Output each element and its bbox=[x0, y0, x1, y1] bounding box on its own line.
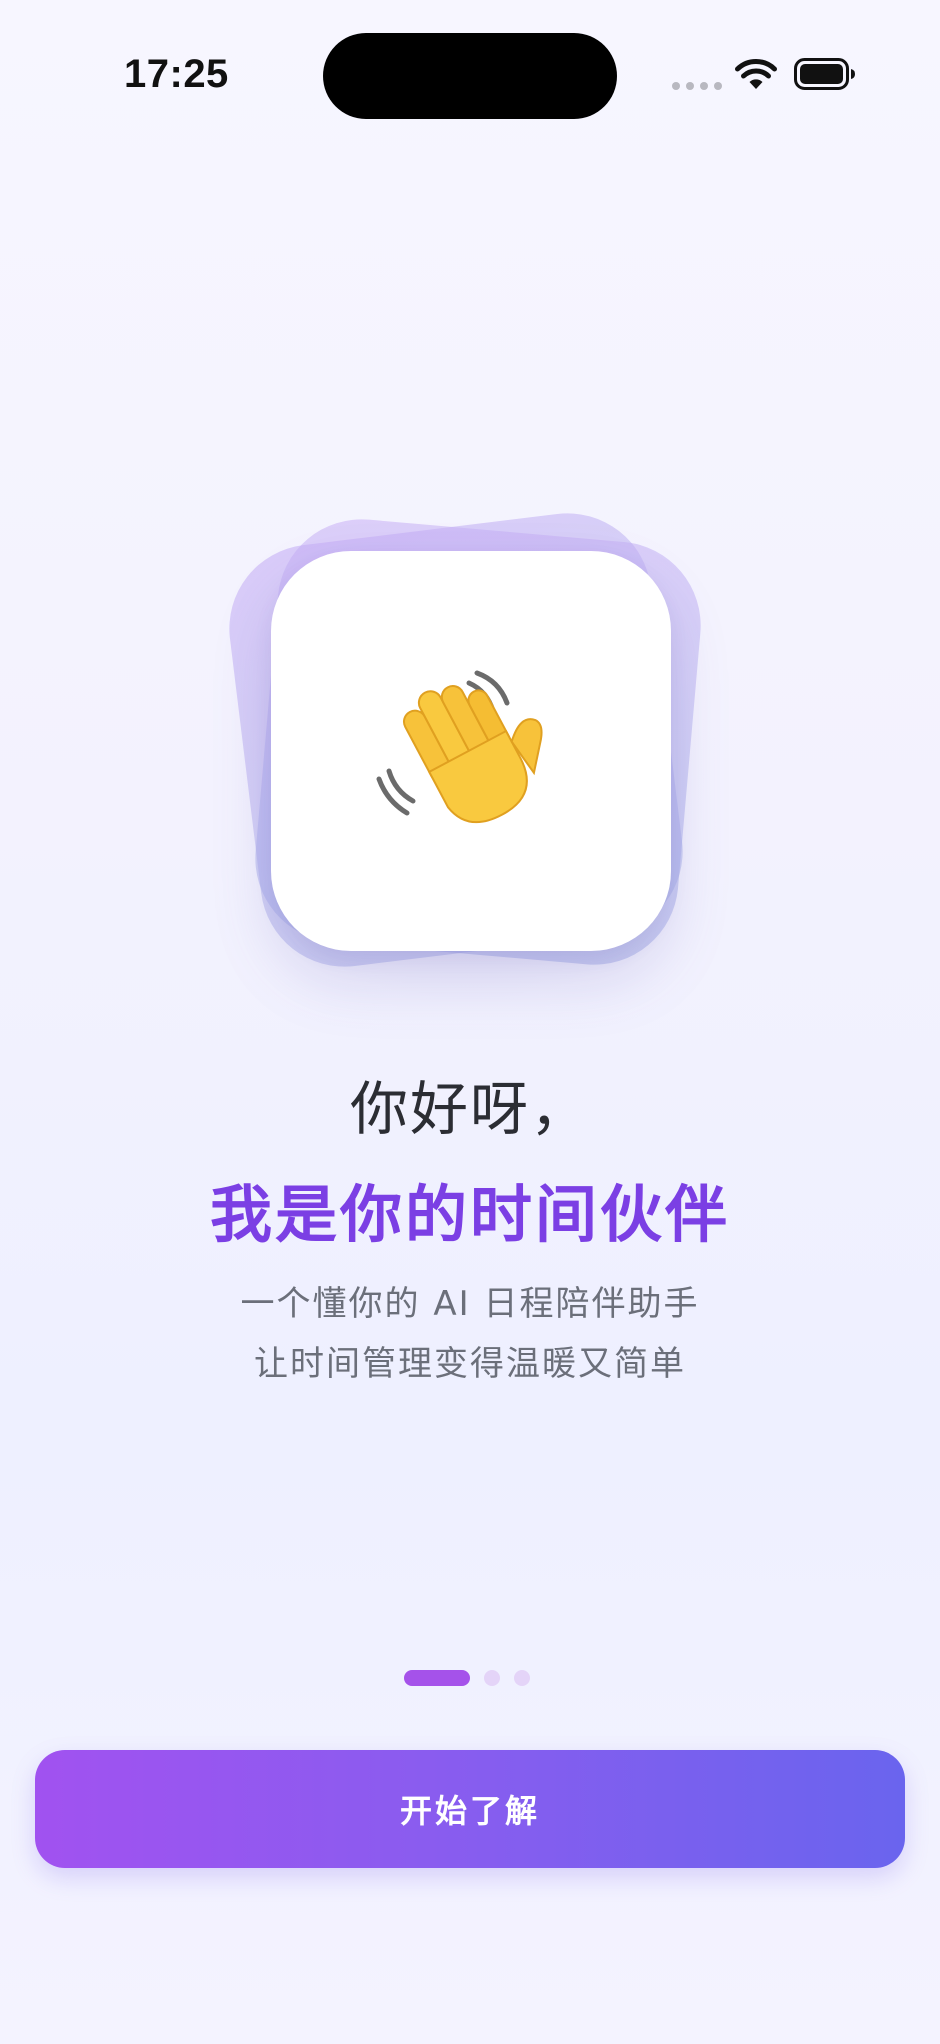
headline-text: 我是你的时间伙伴 bbox=[209, 1178, 730, 1251]
battery-icon bbox=[794, 58, 855, 90]
cellular-signal-icon bbox=[672, 82, 722, 90]
start-learning-label: 开始了解 bbox=[399, 1792, 540, 1830]
subtitle-line-2: 让时间管理变得温暖又简单 bbox=[254, 1344, 686, 1384]
wifi-icon bbox=[735, 58, 777, 89]
status-time: 17:25 bbox=[124, 52, 229, 96]
subtitle-line-1: 一个懂你的 AI 日程陪伴助手 bbox=[240, 1284, 700, 1324]
status-bar: 17:25 bbox=[0, 0, 940, 150]
greeting-text: 你好呀， bbox=[349, 1075, 590, 1143]
page-dot-active[interactable] bbox=[404, 1670, 470, 1686]
page-dot[interactable] bbox=[484, 1670, 500, 1686]
page-dot[interactable] bbox=[514, 1670, 530, 1686]
waving-hand-icon bbox=[376, 670, 543, 824]
hero-card bbox=[271, 551, 671, 951]
hero-illustration bbox=[219, 490, 720, 1010]
start-learning-button[interactable]: 开始了解 bbox=[35, 1750, 905, 1868]
page-indicator bbox=[404, 1670, 530, 1686]
dynamic-island bbox=[323, 33, 617, 119]
